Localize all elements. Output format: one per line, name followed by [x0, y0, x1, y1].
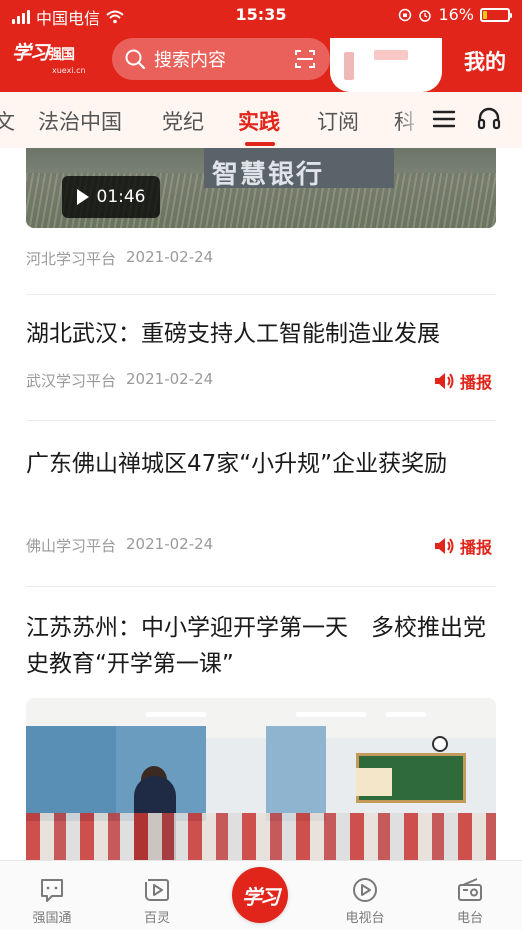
photo-window [266, 726, 326, 821]
photo-clock [432, 736, 448, 752]
battery-icon [480, 7, 512, 22]
logo-subtitle: xuexi.cn [52, 66, 86, 75]
nav-qiangguotong[interactable]: 强国通 [17, 875, 87, 926]
video-duration: 01:46 [96, 187, 146, 207]
photo-students [26, 813, 496, 860]
alarm-icon [419, 9, 432, 22]
article-title[interactable]: 湖北武汉：重磅支持人工智能制造业发展 [26, 316, 496, 352]
search-input[interactable]: 搜索内容 [112, 38, 330, 80]
app-logo[interactable]: 学习强国 xuexi.cn [12, 42, 86, 76]
nav-bailing[interactable]: 百灵 [122, 875, 192, 926]
logo-suffix: 强国 [48, 47, 75, 63]
nav-label: 电台 [456, 911, 483, 926]
photo-lamp [386, 712, 426, 717]
broadcast-button[interactable]: 播报 [434, 369, 492, 393]
logo-text: 学习 [12, 42, 49, 64]
broadcast-label: 播报 [459, 538, 492, 557]
tab-partial-left[interactable]: 文 [0, 106, 15, 136]
broadcast-label: 播报 [459, 373, 492, 392]
chat-icon [41, 879, 63, 902]
photo-window [26, 726, 116, 821]
article-date: 2021-02-24 [126, 535, 214, 553]
status-bar: 中国电信 15:35 16% [0, 0, 522, 30]
nav-tv[interactable]: 电视台 [330, 875, 400, 926]
menu-icon[interactable] [432, 107, 456, 131]
tabs-fade [398, 92, 422, 148]
speaker-icon [434, 538, 454, 554]
search-icon [125, 49, 146, 70]
video-meta: 河北学习平台 2021-02-24 [26, 248, 213, 269]
article-source: 武汉学习平台 [26, 372, 117, 390]
nav-radio[interactable]: 电台 [435, 875, 505, 926]
status-right: 16% [398, 5, 512, 24]
mine-button[interactable]: 我的 [464, 46, 506, 76]
battery-fill [483, 10, 487, 19]
battery-percent: 16% [438, 5, 474, 24]
play-square-icon [145, 879, 169, 901]
article-title[interactable]: 广东佛山禅城区47家“小升规”企业获奖励 [26, 446, 496, 482]
logo-title: 学习强国 [12, 42, 75, 66]
play-icon [76, 189, 89, 205]
header: 中国电信 15:35 16% 学习强国 xuexi.cn 搜索内容 我的 [0, 0, 522, 92]
video-date: 2021-02-24 [126, 248, 214, 266]
headphone-icon[interactable] [476, 105, 502, 131]
photo-lamp [146, 712, 206, 717]
photo-poster [356, 768, 392, 796]
article-title[interactable]: 江苏苏州：中小学迎开学第一天 多校推出党史教育“开学第一课” [26, 610, 496, 682]
bottom-nav: 强国通 百灵 学习 电视台 电台 [0, 860, 522, 930]
divider [26, 586, 496, 587]
article-source: 佛山学习平台 [26, 537, 117, 555]
video-thumbnail[interactable]: 智慧银行 01:46 [26, 148, 496, 228]
video-source: 河北学习平台 [26, 250, 117, 268]
broadcast-button[interactable]: 播报 [434, 534, 492, 558]
speaker-icon [434, 373, 454, 389]
tab-practice[interactable]: 实践 [238, 106, 280, 136]
scan-icon[interactable] [294, 48, 316, 70]
app-bar: 学习强国 xuexi.cn 搜索内容 我的 [0, 30, 522, 92]
article-meta: 佛山学习平台 2021-02-24 [26, 535, 213, 556]
orientation-lock-icon [399, 8, 412, 21]
search-placeholder: 搜索内容 [154, 50, 226, 71]
article-image[interactable] [26, 698, 496, 860]
photo-lamp [296, 712, 366, 717]
nav-label: 百灵 [143, 911, 170, 926]
active-tab-indicator [245, 142, 275, 146]
play-circle-icon [353, 878, 377, 902]
divider [26, 420, 496, 421]
nav-label: 电视台 [345, 911, 385, 926]
nav-xuexi-home[interactable]: 学习 [232, 867, 288, 923]
article-meta: 武汉学习平台 2021-02-24 [26, 370, 213, 391]
tab-discipline[interactable]: 党纪 [162, 106, 204, 136]
nav-label: 强国通 [32, 911, 72, 926]
video-duration-badge[interactable]: 01:46 [62, 176, 160, 218]
article-date: 2021-02-24 [126, 370, 214, 388]
video-sign-text: 智慧银行 [212, 160, 325, 190]
news-feed: 智慧银行 01:46 河北学习平台 2021-02-24 湖北武汉：重磅支持人工… [0, 148, 522, 860]
radio-icon [458, 878, 482, 901]
divider [26, 294, 496, 295]
tab-subscribe[interactable]: 订阅 [317, 106, 359, 136]
score-bubble[interactable] [330, 38, 442, 92]
tab-rule-of-law[interactable]: 法治中国 [38, 106, 122, 136]
